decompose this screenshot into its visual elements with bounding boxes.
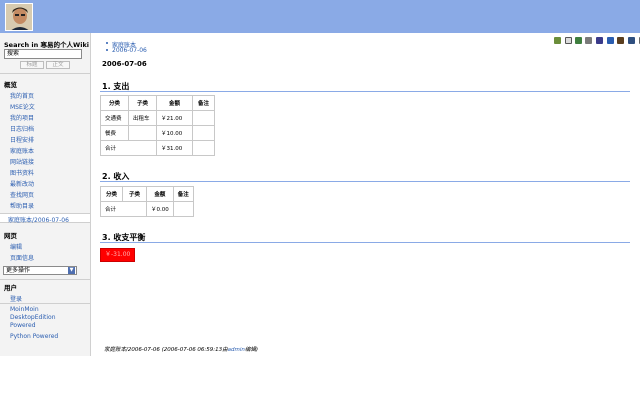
login-link[interactable]: 登录 xyxy=(10,294,22,303)
main-content: 家庭账本 2006-07-06 2006-07-06 1. 支出 分类 子类 金… xyxy=(92,33,640,409)
edit-link[interactable]: 编辑 xyxy=(10,242,22,251)
table-cell: 交通费 xyxy=(100,110,129,126)
sidebar-item-books[interactable]: 图书资料 xyxy=(10,168,34,177)
user-heading: 用户 xyxy=(4,284,17,292)
balance-value: ￥-31.00 xyxy=(100,248,136,262)
heading-rule xyxy=(100,181,630,182)
table-header-row: 分类 子类 金额 备注 xyxy=(100,186,194,202)
chevron-down-icon[interactable]: ▼ xyxy=(68,267,75,274)
footer-timestamp: (2006-07-06 06:59:13由 xyxy=(161,347,228,353)
sidebar-item-current[interactable]: 家庭账本/2006-07-06 xyxy=(8,215,69,224)
sidebar-item-schedule[interactable]: 日程安排 xyxy=(10,135,34,144)
table-cell: 出租车 xyxy=(128,110,157,126)
table-total-row: 合计 ￥0.00 xyxy=(100,201,194,217)
logo-avatar[interactable] xyxy=(5,3,33,31)
total-label: 合计 xyxy=(100,140,157,156)
total-label: 合计 xyxy=(100,201,147,217)
powered-link[interactable]: Powered xyxy=(10,322,36,329)
sidebar-item-log-archive[interactable]: 日志归档 xyxy=(10,124,34,133)
footer-suffix: 编辑) xyxy=(244,347,259,353)
column-header: 子类 xyxy=(122,186,147,202)
moinmoin-link[interactable]: MoinMoin xyxy=(10,306,39,313)
page-footer: 家庭账本/2006-07-06 (2006-07-06 06:59:13由adm… xyxy=(104,345,258,353)
search-heading: Search in 寒易的个人Wiki xyxy=(4,41,89,49)
table-cell: 餐费 xyxy=(100,125,129,141)
more-actions-select[interactable]: 更多操作 ▼ xyxy=(3,266,77,275)
table-cell: ￥21.00 xyxy=(156,110,193,126)
text-search-button[interactable]: 正文 xyxy=(46,61,70,69)
column-header: 金额 xyxy=(146,186,174,202)
divider xyxy=(0,279,90,280)
sidebar-item-find-page[interactable]: 查找网页 xyxy=(10,190,34,199)
sidebar-item-recent-changes[interactable]: 最新改动 xyxy=(10,179,34,188)
column-header: 分类 xyxy=(100,186,123,202)
table-row: 餐费 ￥10.00 xyxy=(100,125,215,141)
sidebar-item-family-ledger[interactable]: 家庭账本 xyxy=(10,146,34,155)
sidebar-item-projects[interactable]: 我的项目 xyxy=(10,113,34,122)
expense-table: 分类 子类 金额 备注 交通费 出租车 ￥21.00 餐费 ￥10.00 合计 … xyxy=(100,95,215,156)
table-cell xyxy=(192,125,215,141)
desktop-edition-link[interactable]: DesktopEdition xyxy=(10,314,56,321)
column-header: 子类 xyxy=(128,95,157,111)
column-header: 备注 xyxy=(172,186,194,202)
search-input[interactable]: 搜索 xyxy=(4,49,82,59)
sidebar-item-help[interactable]: 帮助目录 xyxy=(10,201,34,210)
more-actions-value: 更多操作 xyxy=(6,267,31,274)
table-header-row: 分类 子类 金额 备注 xyxy=(100,95,215,111)
python-powered-link[interactable]: Python Powered xyxy=(10,333,58,340)
column-header: 金额 xyxy=(156,95,193,111)
sidebar-item-home[interactable]: 我的首页 xyxy=(10,91,34,100)
income-table: 分类 子类 金额 备注 合计 ￥0.00 xyxy=(100,186,194,217)
title-search-button[interactable]: 标题 xyxy=(20,61,44,69)
heading-rule xyxy=(100,242,630,243)
bullet xyxy=(106,42,108,44)
page-title: 2006-07-06 xyxy=(102,60,147,68)
page-info-link[interactable]: 页面信息 xyxy=(10,253,34,262)
table-row: 交通费 出租车 ￥21.00 xyxy=(100,110,215,126)
sidebar-item-site-links[interactable]: 网站链接 xyxy=(10,157,34,166)
breadcrumb-current[interactable]: 2006-07-06 xyxy=(112,47,147,54)
column-header: 备注 xyxy=(192,95,215,111)
sidebar-item-mse-thesis[interactable]: MSE论文 xyxy=(10,102,35,111)
heading-rule xyxy=(100,91,630,92)
divider xyxy=(0,303,90,304)
page-section-heading: 网页 xyxy=(4,232,17,240)
table-cell: ￥10.00 xyxy=(156,125,193,141)
top-banner xyxy=(0,0,640,33)
footer-page-name: 家庭账本/2006-07-06 xyxy=(104,347,160,353)
table-total-row: 合计 ￥31.00 xyxy=(100,140,215,156)
divider xyxy=(0,73,90,74)
sidebar: Search in 寒易的个人Wiki 搜索 标题 正文 概览 我的首页 MSE… xyxy=(0,33,91,356)
table-cell xyxy=(192,140,215,156)
column-header: 分类 xyxy=(100,95,129,111)
total-value: ￥31.00 xyxy=(156,140,193,156)
table-cell xyxy=(192,110,215,126)
table-cell xyxy=(172,201,194,217)
bullet xyxy=(106,49,108,51)
total-value: ￥0.00 xyxy=(146,201,174,217)
table-cell xyxy=(128,125,157,141)
footer-author-link[interactable]: admin xyxy=(228,347,245,353)
nav-heading: 概览 xyxy=(4,81,17,89)
sidebar-current-page-row[interactable]: 家庭账本/2006-07-06 xyxy=(0,213,90,224)
